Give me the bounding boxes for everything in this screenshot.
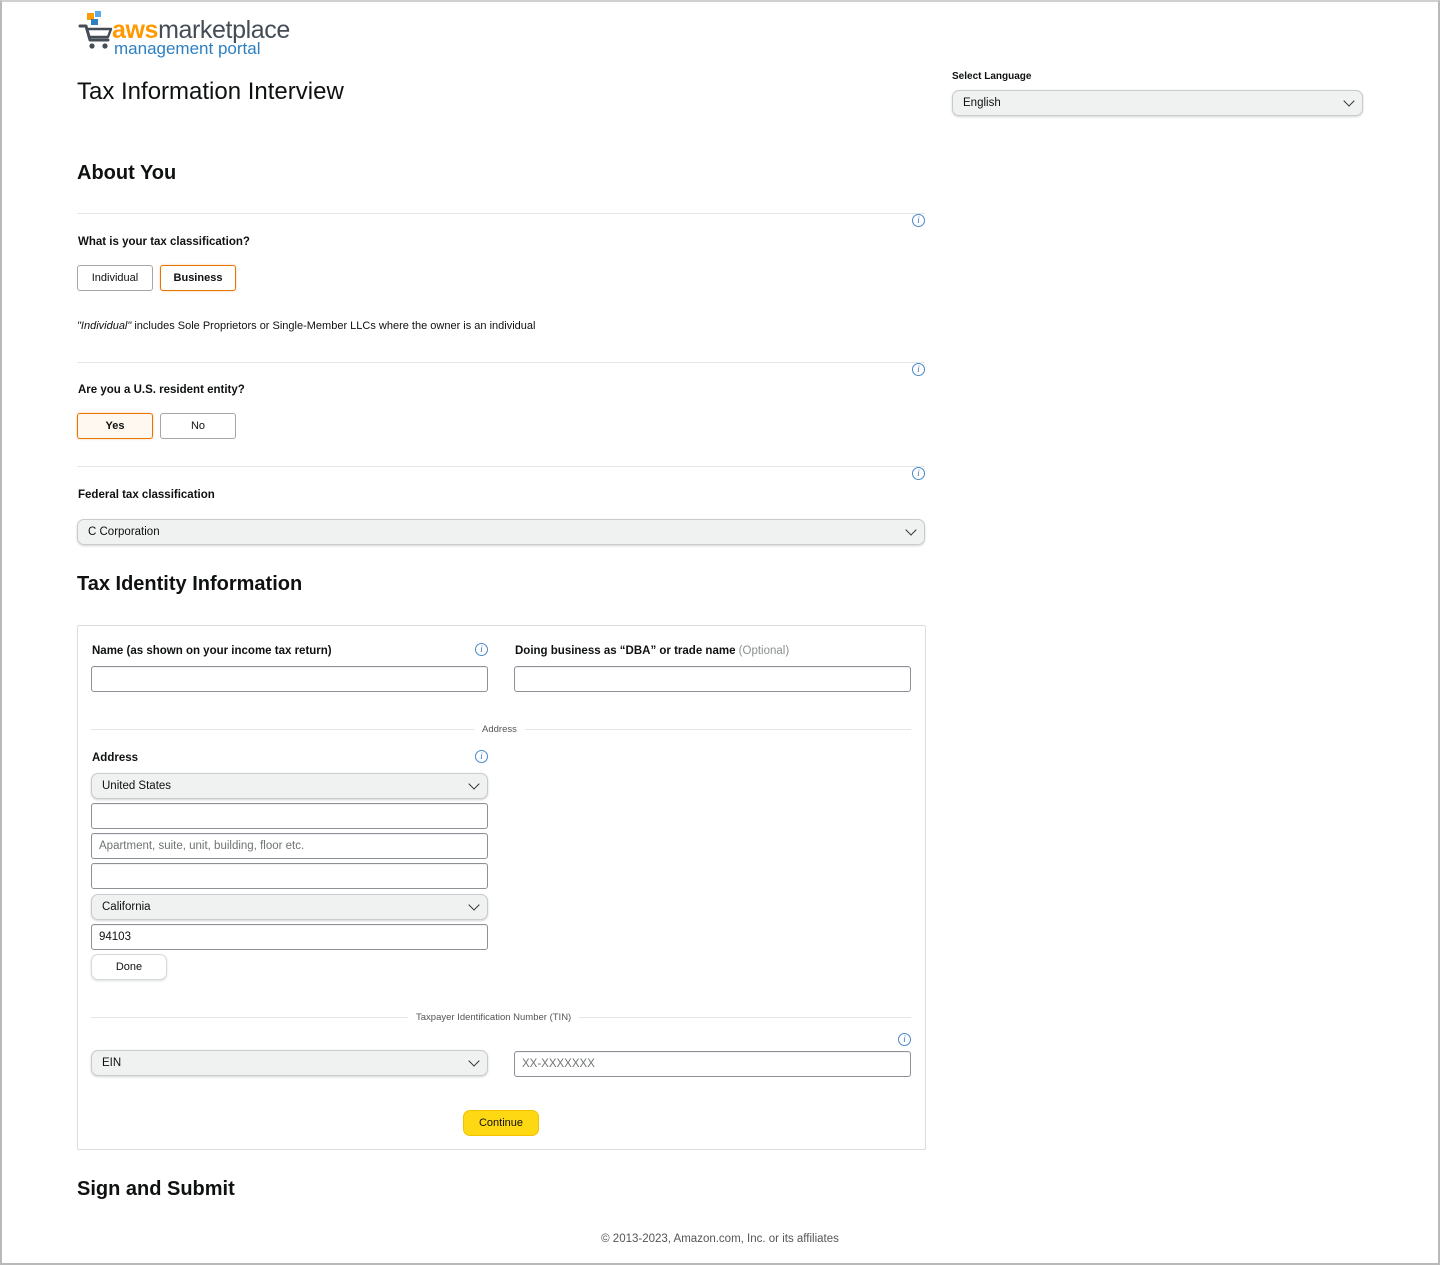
tin-type-select[interactable]: EIN xyxy=(91,1050,488,1076)
no-button[interactable]: No xyxy=(160,413,236,439)
tin-input[interactable]: XX-XXXXXXX xyxy=(514,1051,911,1077)
language-value: English xyxy=(963,97,1001,109)
chevron-down-icon xyxy=(468,899,480,911)
resident-question: Are you a U.S. resident entity? xyxy=(78,384,245,396)
page-title: Tax Information Interview xyxy=(77,78,344,105)
divider xyxy=(77,466,925,467)
about-you-title: About You xyxy=(77,162,177,184)
language-label: Select Language xyxy=(952,71,1032,82)
tax-classification-question: What is your tax classification? xyxy=(78,236,250,248)
federal-tax-classification-value: C Corporation xyxy=(88,526,160,538)
zip-code-input[interactable]: 94103 xyxy=(91,924,488,950)
info-icon[interactable]: i xyxy=(912,363,925,376)
state-select[interactable]: California xyxy=(91,894,488,920)
info-icon[interactable]: i xyxy=(898,1033,911,1046)
apartment-input[interactable]: Apartment, suite, unit, building, floor … xyxy=(91,833,488,859)
cart-icon xyxy=(78,11,113,49)
chevron-down-icon xyxy=(468,1055,480,1067)
chevron-down-icon xyxy=(1343,95,1355,107)
classification-note: "Individual" includes Sole Proprietors o… xyxy=(77,320,536,332)
divider xyxy=(77,213,925,214)
done-button[interactable]: Done xyxy=(91,954,167,980)
sign-and-submit-title: Sign and Submit xyxy=(77,1178,235,1200)
info-icon[interactable]: i xyxy=(475,750,488,763)
country-select[interactable]: United States xyxy=(91,773,488,799)
address-label: Address xyxy=(92,752,139,764)
city-input[interactable] xyxy=(91,863,488,889)
chevron-down-icon xyxy=(905,524,917,536)
tin-divider-label: Taxpayer Identification Number (TIN) xyxy=(408,1012,580,1023)
language-select[interactable]: English xyxy=(952,90,1363,116)
country-value: United States xyxy=(102,780,172,792)
chevron-down-icon xyxy=(468,778,480,790)
state-value: California xyxy=(102,901,151,913)
info-icon[interactable]: i xyxy=(912,214,925,227)
dba-label: Doing business as “DBA” or trade name (O… xyxy=(515,645,790,657)
address-divider-label: Address xyxy=(474,724,525,735)
footer-copyright: © 2013-2023, Amazon.com, Inc. or its aff… xyxy=(601,1233,839,1245)
yes-button[interactable]: Yes xyxy=(77,413,153,439)
continue-button[interactable]: Continue xyxy=(463,1110,539,1136)
tin-type-value: EIN xyxy=(102,1057,122,1069)
name-label: Name (as shown on your income tax return… xyxy=(92,645,332,657)
info-icon[interactable]: i xyxy=(475,643,488,656)
federal-tax-classification-select[interactable]: C Corporation xyxy=(77,519,925,545)
tax-identity-title: Tax Identity Information xyxy=(77,573,303,595)
info-icon[interactable]: i xyxy=(912,467,925,480)
divider xyxy=(77,362,925,363)
optional-hint: (Optional) xyxy=(738,645,790,657)
street-address-input[interactable] xyxy=(91,803,488,829)
aws-marketplace-logo[interactable]: awsmarketplace management portal xyxy=(78,10,298,60)
logo-subtitle: management portal xyxy=(114,39,261,58)
business-button[interactable]: Business xyxy=(160,265,236,291)
dba-input[interactable] xyxy=(514,666,911,692)
federal-tax-classification-label: Federal tax classification xyxy=(78,489,215,501)
individual-button[interactable]: Individual xyxy=(77,265,153,291)
name-input[interactable] xyxy=(91,666,488,692)
